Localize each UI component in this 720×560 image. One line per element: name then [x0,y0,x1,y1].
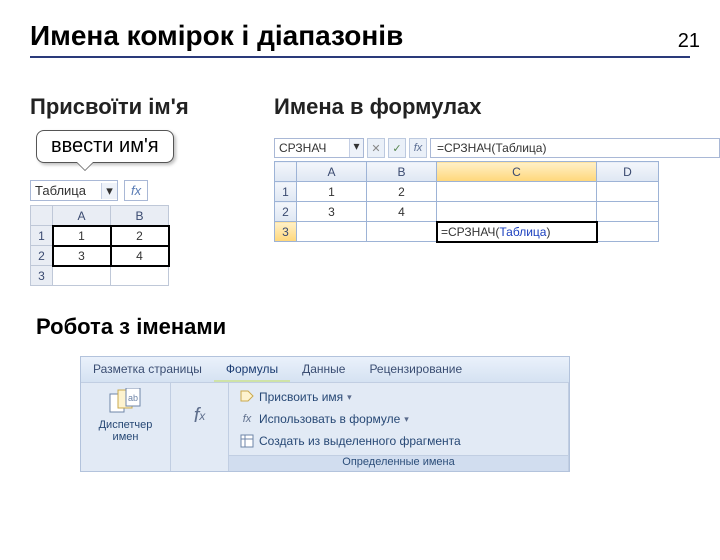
fx-label[interactable]: fx [124,180,148,201]
slide-title: Имена комірок і діапазонів [30,20,720,52]
col-header-a[interactable]: A [297,162,367,182]
cell[interactable] [437,202,597,222]
cell[interactable]: 4 [111,246,169,266]
cell[interactable] [437,182,597,202]
heading-work-with-names: Робота з іменами [36,314,226,340]
cell[interactable]: 1 [53,226,111,246]
active-cell[interactable]: =СРЗНАЧ(Таблица) [437,222,597,242]
fx-icon[interactable]: fx [177,387,222,445]
chevron-down-icon[interactable]: ▾ [349,139,363,157]
cell[interactable] [367,222,437,242]
col-header-a[interactable]: A [53,206,111,226]
name-manager-label-2: имен [113,431,139,443]
row-header-3[interactable]: 3 [31,266,53,286]
svg-text:ab: ab [127,393,137,403]
cell[interactable] [597,182,659,202]
col-header-b[interactable]: B [111,206,169,226]
col-header-d[interactable]: D [597,162,659,182]
formula-arg: Таблица [499,225,546,239]
left-spreadsheet: Таблица ▾ fx A B 1 1 2 2 3 4 3 [30,180,169,286]
chevron-down-icon: ▾ [347,392,352,403]
define-name-button[interactable]: Присвоить имя ▾ [235,387,465,407]
heading-assign-name: Присвоїти ім'я [30,94,189,120]
create-from-selection-label: Создать из выделенного фрагмента [259,434,461,448]
name-manager-label-1: Диспетчер [99,419,153,431]
use-in-formula-label: Использовать в формуле [259,412,400,426]
insert-function-button[interactable]: fx [409,138,427,158]
cell[interactable]: 2 [367,182,437,202]
use-in-formula-button[interactable]: fx Использовать в формуле ▾ [235,409,465,429]
formula-part: =СРЗНАЧ( [441,225,499,239]
create-from-selection-button[interactable]: Создать из выделенного фрагмента [235,431,465,451]
name-box-value: СРЗНАЧ [275,139,349,157]
ribbon-tabs: Разметка страницы Формулы Данные Рецензи… [81,357,569,383]
fx-small-icon: fx [239,411,255,427]
formula-input[interactable]: =СРЗНАЧ(Таблица) [430,138,720,158]
col-header-c[interactable]: C [437,162,597,182]
col-header-b[interactable]: B [367,162,437,182]
name-box[interactable]: СРЗНАЧ ▾ [274,138,364,158]
tab-data[interactable]: Данные [290,357,357,382]
ribbon: Разметка страницы Формулы Данные Рецензи… [80,356,570,472]
grid-right: A B C D 1 1 2 2 3 4 3 =СРЗНАЧ(Таблица) [274,161,659,242]
heading-names-in-formulas: Имена в формулах [274,94,482,120]
ribbon-group-label: Определенные имена [229,455,568,471]
formula-part: ) [546,225,550,239]
select-all-corner[interactable] [275,162,297,182]
select-all-corner[interactable] [31,206,53,226]
cell[interactable] [111,266,169,286]
enter-button[interactable]: ✓ [388,138,406,158]
row-header-2[interactable]: 2 [31,246,53,266]
cell[interactable]: 2 [111,226,169,246]
chevron-down-icon: ▾ [404,414,409,425]
name-manager-icon: ab [109,387,143,417]
cell[interactable] [597,202,659,222]
cell[interactable]: 1 [297,182,367,202]
define-name-label: Присвоить имя [259,390,343,404]
tab-formulas[interactable]: Формулы [214,357,290,382]
row-header-2[interactable]: 2 [275,202,297,222]
title-underline [30,56,690,58]
name-manager-button[interactable]: ab Диспетчер имен [91,387,161,443]
row-header-1[interactable]: 1 [275,182,297,202]
cell[interactable]: 4 [367,202,437,222]
chevron-down-icon[interactable]: ▾ [101,183,117,199]
row-header-1[interactable]: 1 [31,226,53,246]
callout-enter-name: ввести им'я [36,130,174,163]
cell[interactable]: 3 [53,246,111,266]
cell[interactable] [53,266,111,286]
grid-left: A B 1 1 2 2 3 4 3 [30,205,169,286]
formula-bar: СРЗНАЧ ▾ ✕ ✓ fx =СРЗНАЧ(Таблица) [274,138,720,158]
cancel-button[interactable]: ✕ [367,138,385,158]
name-box-value: Таблица [31,181,101,200]
cell[interactable]: 3 [297,202,367,222]
tag-icon [239,389,255,405]
grid-icon [239,433,255,449]
tab-page-layout[interactable]: Разметка страницы [81,357,214,382]
name-box[interactable]: Таблица ▾ [30,180,118,201]
tab-review[interactable]: Рецензирование [357,357,474,382]
row-header-3[interactable]: 3 [275,222,297,242]
right-spreadsheet: СРЗНАЧ ▾ ✕ ✓ fx =СРЗНАЧ(Таблица) A B C D… [274,138,720,242]
cell[interactable] [297,222,367,242]
page-number: 21 [678,30,700,53]
cell[interactable] [597,222,659,242]
